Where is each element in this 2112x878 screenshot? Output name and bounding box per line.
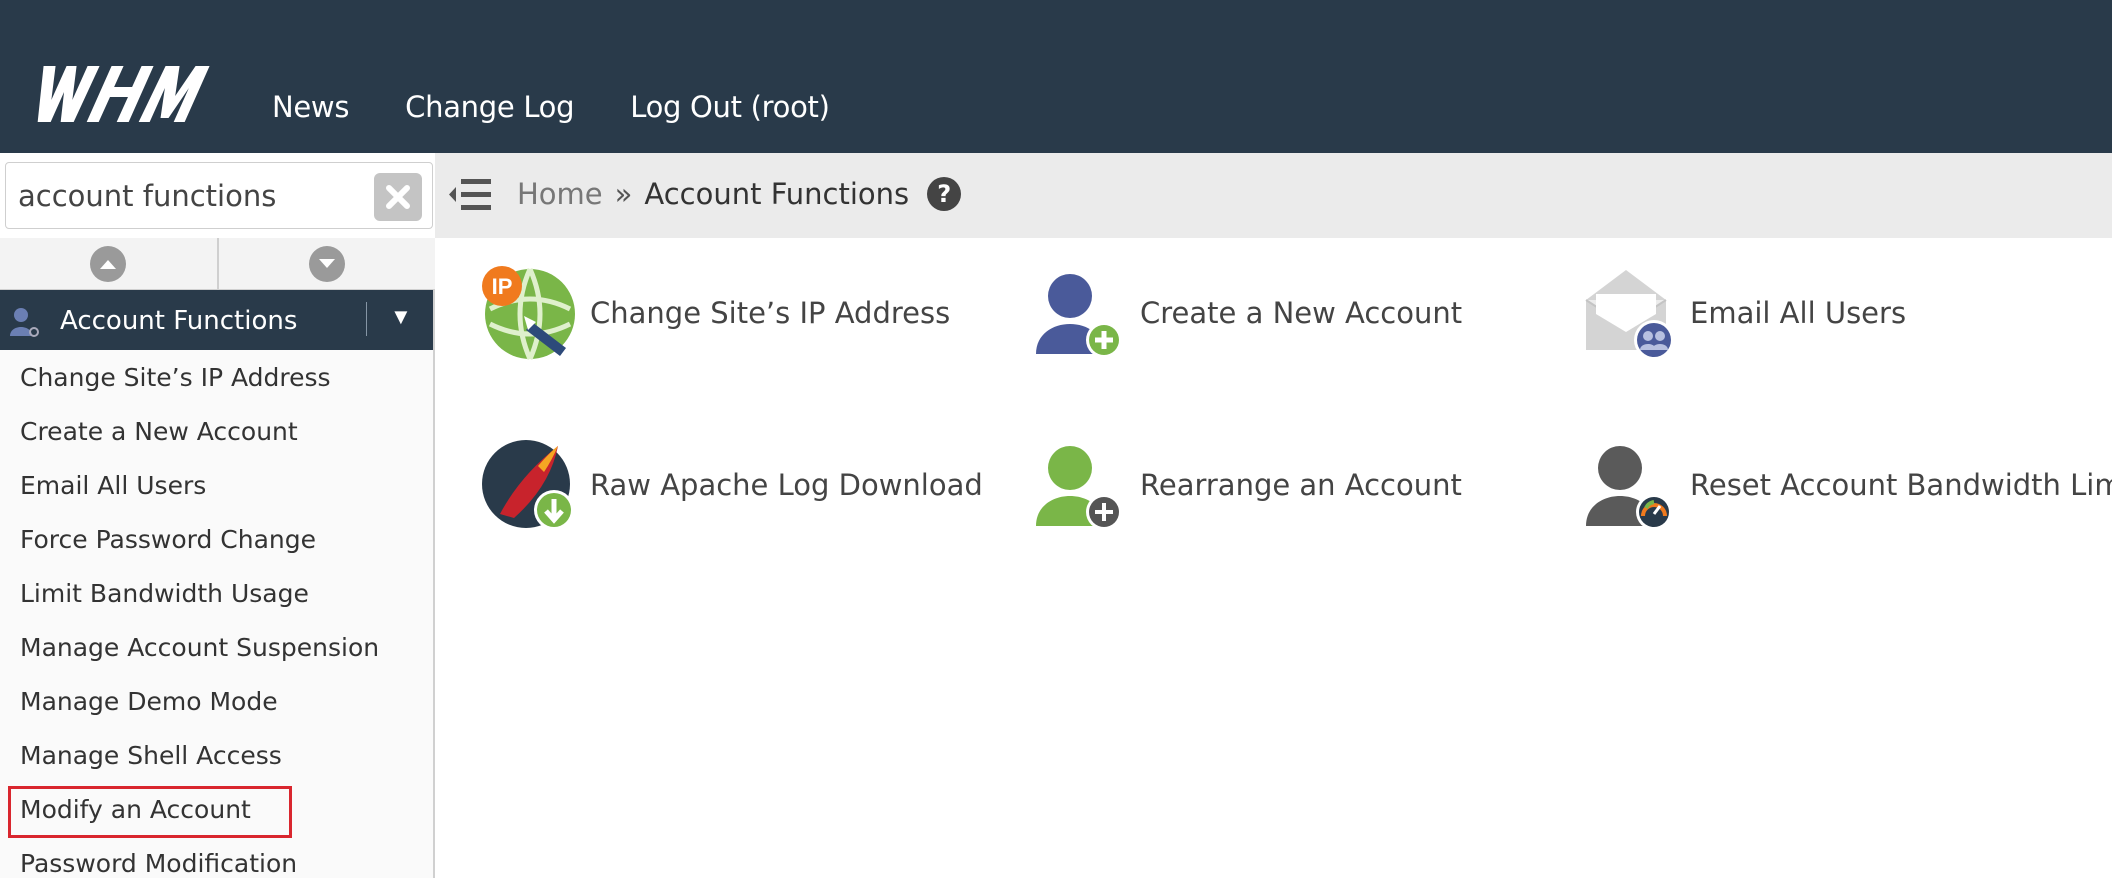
tile-raw-apache-log[interactable]: Raw Apache Log Download [480,435,983,535]
clear-search-button[interactable] [374,173,422,221]
breadcrumb-separator: » [614,177,633,211]
tile-label: Change Site’s IP Address [590,296,951,330]
sidebar-item-modify-account[interactable]: Modify an Account [0,782,433,838]
page-title: Account Functions [644,177,910,211]
tile-label: Rearrange an Account [1140,468,1462,502]
breadcrumb-bar: Home » Account Functions ? [435,153,2112,238]
sidebar-item-manage-demo-mode[interactable]: Manage Demo Mode [0,674,433,728]
svg-text:IP: IP [492,274,513,299]
nav-change-log-link[interactable]: Change Log [405,90,574,124]
tile-change-ip[interactable]: IP Change Site’s IP Address [480,263,950,363]
arrow-up-icon [90,245,127,282]
sidebar-item-email-all-users[interactable]: Email All Users [0,458,433,512]
search-box [5,162,433,229]
sidebar-item-manage-shell-access[interactable]: Manage Shell Access [0,728,433,782]
top-nav: News Change Log Log Out (root) [272,90,830,124]
sidebar-section-account-functions[interactable]: Account Functions ▼ [0,290,433,350]
tile-email-all-users[interactable]: Email All Users [1580,263,1906,363]
sidebar-item-manage-suspension[interactable]: Manage Account Suspension [0,620,433,674]
whm-logo[interactable] [30,64,230,124]
sidebar-section-label: Account Functions [60,306,298,336]
sidebar-list: Change Site’s IP Address Create a New Ac… [0,350,433,878]
tile-label: Create a New Account [1140,296,1463,330]
create-account-icon [1036,274,1122,358]
scroll-down-button[interactable] [219,238,436,289]
sidebar-item-limit-bandwidth[interactable]: Limit Bandwidth Usage [0,566,433,620]
nav-news-link[interactable]: News [272,90,349,124]
close-icon [386,185,410,209]
help-icon[interactable]: ? [927,177,962,211]
search-input[interactable] [18,175,358,217]
email-users-icon [1585,270,1674,360]
tile-reset-bandwidth[interactable]: Reset Account Bandwidth Limit [1580,435,2112,535]
caret-down-icon[interactable]: ▼ [390,304,412,330]
rearrange-account-icon [1036,446,1122,530]
apache-log-icon [482,440,574,530]
divider [366,302,367,336]
scroll-up-button[interactable] [0,238,219,289]
breadcrumb-home-link[interactable]: Home [517,177,603,211]
sidebar-scroll-controls [0,238,435,290]
tile-label: Email All Users [1690,296,1907,330]
change-ip-icon: IP [482,266,575,361]
sidebar-item-create-account[interactable]: Create a New Account [0,404,433,458]
tile-label: Reset Account Bandwidth Limit [1690,468,2112,502]
breadcrumb: Home » Account Functions ? [517,177,962,211]
top-header: News Change Log Log Out (root) [0,0,2112,153]
tile-label: Raw Apache Log Download [590,468,983,502]
sidebar: Account Functions ▼ Change Site’s IP Add… [0,238,435,878]
nav-logout-link[interactable]: Log Out (root) [630,90,830,124]
sidebar-item-change-ip[interactable]: Change Site’s IP Address [0,350,433,404]
tile-rearrange-account[interactable]: Rearrange an Account [1030,435,1462,535]
sidebar-item-password-modification[interactable]: Password Modification [0,836,433,878]
main-content: IP Change Site’s IP Address Create a New… [435,238,2112,878]
reset-bandwidth-icon [1586,446,1672,530]
account-functions-icon [10,308,39,337]
collapse-menu-icon[interactable] [447,175,493,215]
sidebar-item-force-password-change[interactable]: Force Password Change [0,512,433,566]
tile-create-account[interactable]: Create a New Account [1030,263,1462,363]
arrow-down-icon [308,245,345,282]
